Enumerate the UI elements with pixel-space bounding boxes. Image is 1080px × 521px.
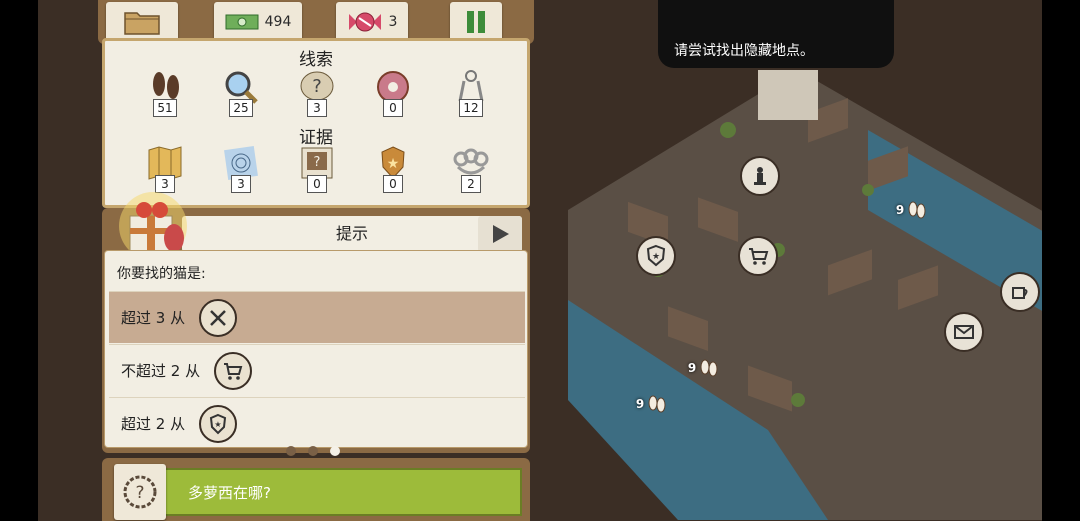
footprints-icon <box>700 359 718 377</box>
banknote-icon <box>225 14 259 30</box>
objective-text: 多萝西在哪? <box>188 483 271 502</box>
restaurant-icon <box>199 298 238 337</box>
map-marker-police[interactable]: ★ <box>636 236 676 276</box>
evidence-knuckles[interactable]: 2 <box>449 145 493 195</box>
hint-card: 你要找的猫是: 超过 3 从 不超过 2 从 超过 2 从 ★ <box>104 250 528 448</box>
money-count: 494 <box>264 14 292 30</box>
objective-button[interactable]: ? <box>114 464 166 520</box>
left-panel: 494 3 线索 51 25 ? 3 0 12 证据 3 3 ? 0 ★ 0 2… <box>98 0 534 521</box>
clue-footprints[interactable]: 51 <box>143 69 187 119</box>
city-map[interactable] <box>568 70 1042 520</box>
evidence-fingerprint[interactable]: 3 <box>219 145 263 195</box>
hint-text: 不超过 2 从 <box>121 362 201 380</box>
page-dot[interactable] <box>286 446 296 456</box>
clue-count: 25 <box>229 99 253 117</box>
police-icon: ★ <box>199 404 238 443</box>
hint-text: 超过 2 从 <box>121 415 186 433</box>
hint-title: 提示 <box>182 216 522 252</box>
objective-bar[interactable]: 多萝西在哪? <box>114 468 522 516</box>
clue-donut[interactable]: 0 <box>371 69 415 119</box>
svg-text:?: ? <box>312 76 322 97</box>
candy-count: 3 <box>388 14 398 30</box>
clue-count: 51 <box>153 99 177 117</box>
play-icon <box>493 225 509 243</box>
svg-text:★: ★ <box>387 156 400 172</box>
map-marker-cafe[interactable] <box>1000 272 1040 312</box>
folder-icon <box>124 12 160 35</box>
footprints-icon <box>908 201 926 219</box>
footprint-marker[interactable]: 9 <box>632 386 672 422</box>
clue-question[interactable]: ? 3 <box>295 69 339 119</box>
hint-panel: 提示 你要找的猫是: 超过 3 从 不超过 2 从 超过 2 从 ★ <box>102 192 530 453</box>
shopping-cart-icon <box>214 351 253 390</box>
hint-question: 你要找的猫是: <box>117 266 206 282</box>
svg-text:?: ? <box>135 483 144 503</box>
evidence-badge[interactable]: ★ 0 <box>371 145 415 195</box>
next-hint-button[interactable] <box>478 216 522 252</box>
folder-button[interactable] <box>106 2 178 42</box>
hint-row-shop[interactable]: 不超过 2 从 <box>109 344 525 396</box>
pause-button[interactable] <box>450 2 502 42</box>
footprints-icon <box>648 395 666 413</box>
evidence-count: 2 <box>461 175 481 193</box>
clue-keys[interactable]: 12 <box>449 69 493 119</box>
footprint-marker[interactable]: 9 <box>684 350 724 386</box>
candy-icon <box>348 12 381 32</box>
hint-tooltip: 请尝试找出隐藏地点。 <box>658 0 894 68</box>
page-indicator <box>286 446 340 456</box>
footprint-count: 9 <box>895 203 905 217</box>
footprint-marker[interactable]: 9 <box>892 192 932 228</box>
clue-magnifier[interactable]: 25 <box>219 69 263 119</box>
money-counter: 494 <box>214 2 302 42</box>
hint-row-police[interactable]: 超过 2 从 ★ <box>109 397 525 449</box>
hint-row-restaurant[interactable]: 超过 3 从 <box>109 291 525 343</box>
clue-count: 0 <box>383 99 403 117</box>
clues-title: 线索 <box>299 50 333 70</box>
evidence-count: 0 <box>383 175 403 193</box>
objective-panel: 多萝西在哪? ? <box>102 458 530 521</box>
evidence-mystery-photo[interactable]: ? 0 <box>295 145 339 195</box>
map-marker-museum[interactable] <box>740 156 780 196</box>
page-dot[interactable] <box>308 446 318 456</box>
inventory-card: 线索 51 25 ? 3 0 12 证据 3 3 ? 0 ★ 0 2 <box>102 38 530 208</box>
footprint-count: 9 <box>687 361 697 375</box>
evidence-count: 3 <box>231 175 251 193</box>
map-marker-mail[interactable] <box>944 312 984 352</box>
map-marker-shop[interactable] <box>738 236 778 276</box>
clue-count: 3 <box>307 99 327 117</box>
svg-text:★: ★ <box>215 420 222 429</box>
candy-counter: 3 <box>336 2 408 42</box>
pause-icon <box>467 11 485 33</box>
footprint-count: 9 <box>635 397 645 411</box>
svg-text:★: ★ <box>652 252 660 262</box>
page-dot-active[interactable] <box>330 446 340 456</box>
tooltip-text: 请尝试找出隐藏地点。 <box>674 43 814 59</box>
svg-text:?: ? <box>314 155 321 170</box>
clue-count: 12 <box>459 99 483 117</box>
evidence-count: 0 <box>307 175 327 193</box>
question-clock-icon: ? <box>123 475 157 509</box>
hint-text: 超过 3 从 <box>121 309 186 327</box>
